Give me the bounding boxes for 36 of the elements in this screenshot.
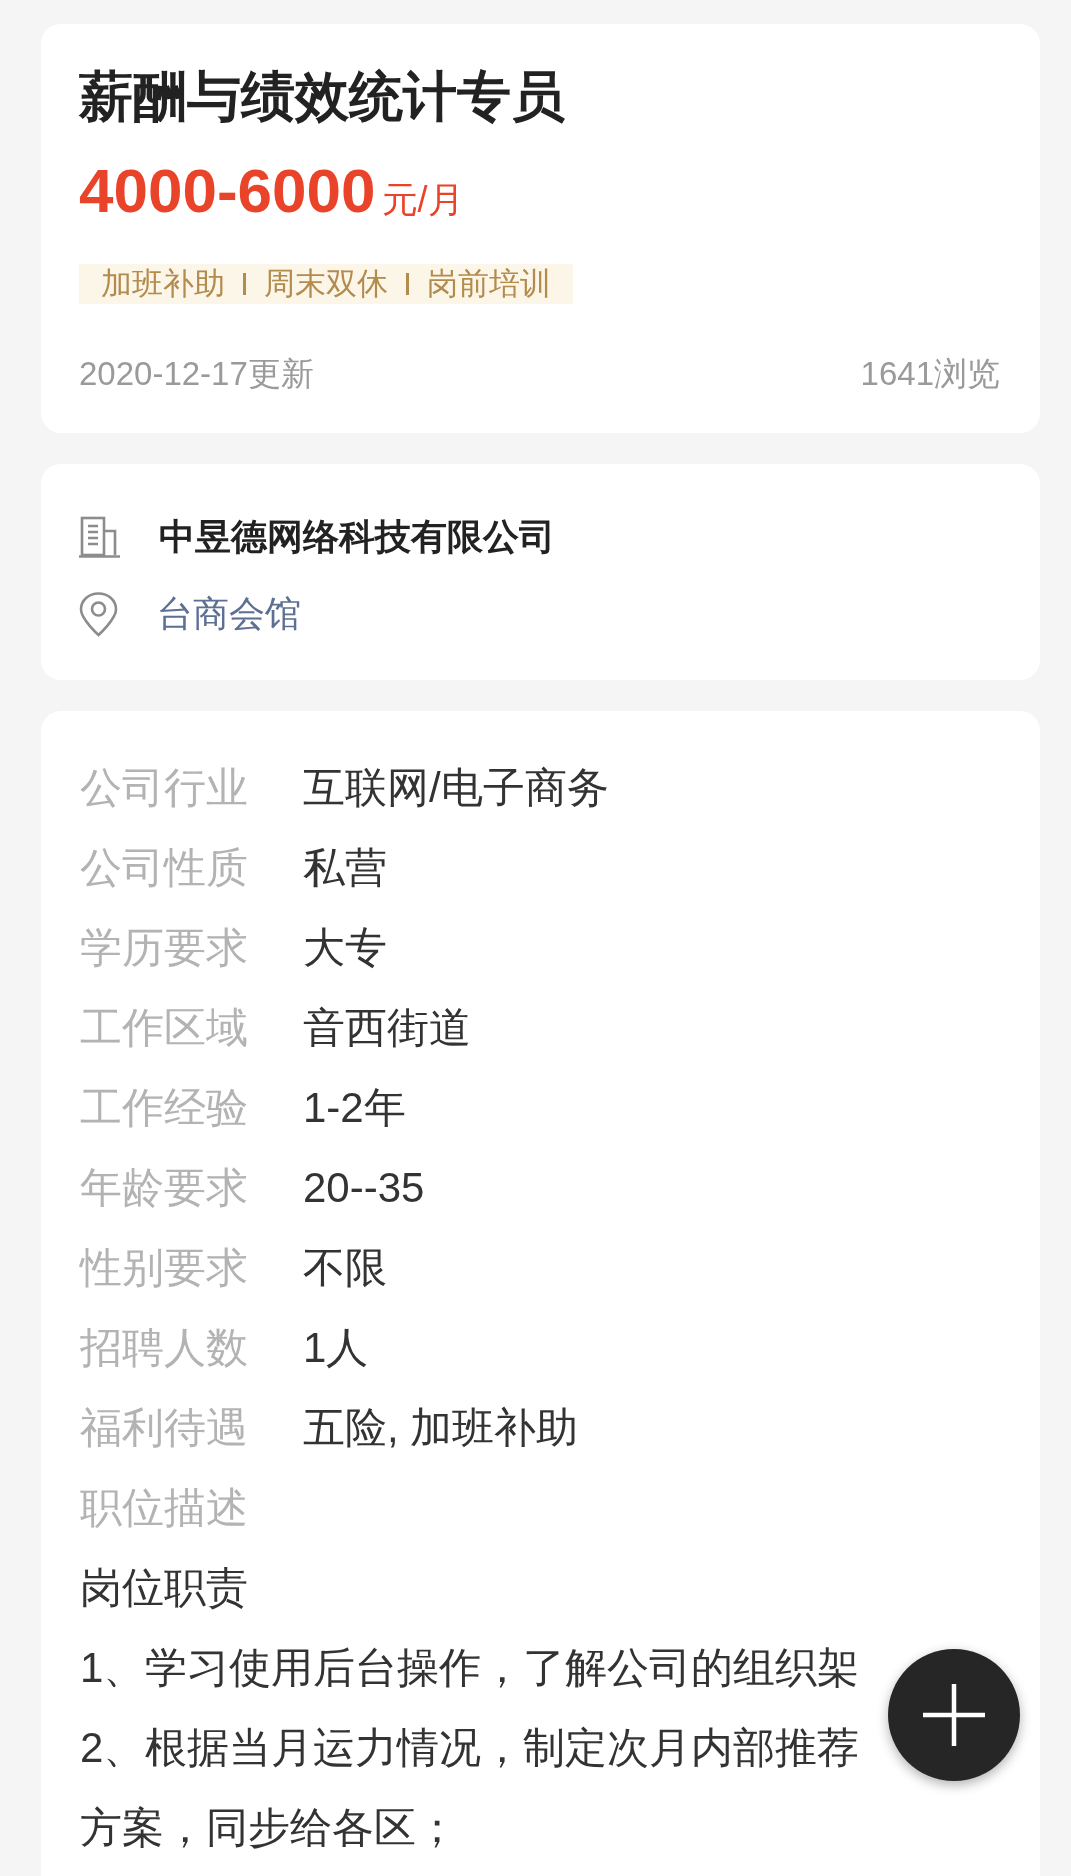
detail-value: 互联网/电子商务 [303,763,609,813]
detail-label: 性别要求 [80,1243,249,1293]
detail-label: 职位描述 [80,1483,248,1533]
job-title: 薪酬与绩效统计专员 [79,65,565,128]
company-name: 中昱德网络科技有限公司 [159,515,555,559]
description-line: 2、根据当月运力情况，制定次月内部推荐 [80,1723,860,1773]
location-pin-icon [79,591,118,637]
detail-value: 1-2年 [303,1083,406,1133]
detail-label: 工作经验 [80,1083,249,1133]
plus-icon [923,1684,985,1746]
detail-value: 大专 [303,923,387,973]
detail-label: 年龄要求 [80,1163,249,1213]
description-line: 岗位职责 [80,1563,248,1613]
detail-label: 福利待遇 [80,1403,249,1453]
detail-label: 公司行业 [80,763,249,813]
description-line: 1、学习使用后台操作，了解公司的组织架 [80,1643,860,1693]
detail-label: 学历要求 [80,923,249,973]
detail-label: 招聘人数 [80,1323,249,1373]
salary-amount: 4000-6000 [79,155,376,227]
detail-label: 公司性质 [80,843,249,893]
building-icon [79,516,120,558]
benefit-item: 岗前培训 [427,265,551,303]
detail-label: 工作区域 [80,1003,249,1053]
salary-unit: 元/月 [381,180,464,220]
update-date: 2020-12-17更新 [79,354,314,394]
description-line: 方案，同步给各区； [80,1803,458,1853]
detail-value: 20--35 [303,1163,425,1213]
detail-value: 音西街道 [303,1003,471,1053]
detail-value: 1人 [303,1323,369,1373]
detail-value: 不限 [303,1243,387,1293]
detail-value: 私营 [303,843,387,893]
benefit-item: 周末双休 [264,265,388,303]
location-link[interactable]: 台商会馆 [157,589,301,639]
detail-value: 五险, 加班补助 [303,1403,579,1453]
view-count: 1641浏览 [860,354,1000,394]
benefit-item: 加班补助 [101,265,225,303]
